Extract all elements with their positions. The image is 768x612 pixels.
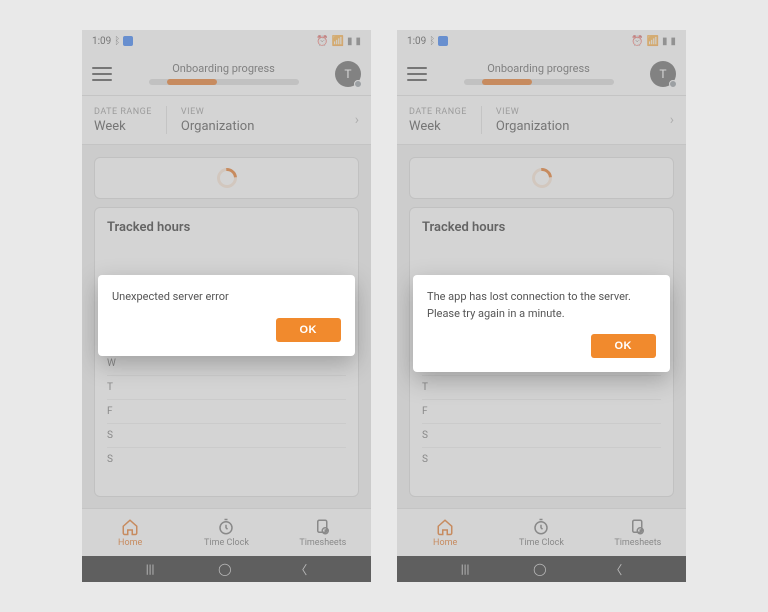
home-pill-icon[interactable]: ◯ xyxy=(533,562,546,576)
dialog-message: The app has lost connection to the serve… xyxy=(427,289,656,322)
bluetooth-icon xyxy=(438,36,448,46)
chevron-right-icon: › xyxy=(670,112,674,128)
nav-home[interactable]: Home xyxy=(82,509,178,556)
avatar[interactable]: T xyxy=(335,61,361,87)
view-label: VIEW xyxy=(181,107,254,117)
nav-timesheets[interactable]: Timesheets xyxy=(275,509,371,556)
ok-button[interactable]: OK xyxy=(591,334,657,358)
bottom-nav: Home Time Clock Timesheets xyxy=(397,508,686,556)
date-range-label: DATE RANGE xyxy=(409,107,467,117)
status-bar: 1:09 ᛒ ⏰ 📶 ▮ ▮ xyxy=(82,30,371,52)
nfc-icon: ᛒ xyxy=(114,36,120,47)
loading-spinner-icon xyxy=(212,164,240,192)
phone-right: 1:09 ᛒ ⏰ 📶 ▮ ▮ Onboarding progress T xyxy=(397,30,686,582)
error-dialog: Unexpected server error OK xyxy=(98,275,355,356)
phone-left: 1:09 ᛒ ⏰ 📶 ▮ ▮ Onboarding progress T xyxy=(82,30,371,582)
presence-dot xyxy=(354,80,362,88)
tracked-day-row: S xyxy=(422,447,661,471)
wifi-icon: 📶 xyxy=(647,36,659,47)
tracked-hours-title: Tracked hours xyxy=(422,220,661,235)
nav-time-clock[interactable]: Time Clock xyxy=(493,509,589,556)
nfc-icon: ᛒ xyxy=(429,36,435,47)
date-range-value: Week xyxy=(94,119,152,134)
onboarding-label: Onboarding progress xyxy=(172,62,275,75)
menu-icon[interactable] xyxy=(92,67,112,81)
date-range-value: Week xyxy=(409,119,467,134)
app-bar: Onboarding progress T xyxy=(82,52,371,96)
dialog-message: Unexpected server error xyxy=(112,289,341,306)
avatar-initial: T xyxy=(344,67,351,81)
onboarding-label: Onboarding progress xyxy=(487,62,590,75)
onboarding-progress-bar[interactable] xyxy=(149,79,299,85)
android-nav-bar: ||| ◯ 〈 xyxy=(397,556,686,582)
tracked-day-row: F xyxy=(422,399,661,423)
stopwatch-icon xyxy=(532,518,550,536)
chevron-right-icon: › xyxy=(355,112,359,128)
back-icon[interactable]: 〈 xyxy=(610,561,622,578)
avatar[interactable]: T xyxy=(650,61,676,87)
battery-icon: ▮ xyxy=(355,36,361,47)
filters-row[interactable]: DATE RANGE Week VIEW Organization › xyxy=(397,96,686,145)
wifi-icon: 📶 xyxy=(332,36,344,47)
timesheet-icon xyxy=(629,518,647,536)
presence-dot xyxy=(669,80,677,88)
signal-icon: ▮ xyxy=(347,36,353,47)
tracked-day-row: F xyxy=(107,399,346,423)
view-value: Organization xyxy=(181,119,254,134)
android-nav-bar: ||| ◯ 〈 xyxy=(82,556,371,582)
recents-icon[interactable]: ||| xyxy=(461,562,470,576)
nav-timesheets[interactable]: Timesheets xyxy=(590,509,686,556)
view-value: Organization xyxy=(496,119,569,134)
tracked-day-row: S xyxy=(422,423,661,447)
error-dialog: The app has lost connection to the serve… xyxy=(413,275,670,372)
status-time: 1:09 xyxy=(407,36,426,47)
view-label: VIEW xyxy=(496,107,569,117)
divider xyxy=(166,106,167,134)
filters-row[interactable]: DATE RANGE Week VIEW Organization › xyxy=(82,96,371,145)
date-range-label: DATE RANGE xyxy=(94,107,152,117)
loading-card xyxy=(409,157,674,199)
ok-button[interactable]: OK xyxy=(276,318,342,342)
tracked-day-row: S xyxy=(107,447,346,471)
status-bar: 1:09 ᛒ ⏰ 📶 ▮ ▮ xyxy=(397,30,686,52)
tracked-hours-title: Tracked hours xyxy=(107,220,346,235)
tracked-day-row: T xyxy=(107,375,346,399)
timesheet-icon xyxy=(314,518,332,536)
back-icon[interactable]: 〈 xyxy=(295,561,307,578)
loading-spinner-icon xyxy=(527,164,555,192)
alarm-icon: ⏰ xyxy=(316,36,328,47)
bluetooth-icon xyxy=(123,36,133,46)
divider xyxy=(481,106,482,134)
loading-card xyxy=(94,157,359,199)
stopwatch-icon xyxy=(217,518,235,536)
app-bar: Onboarding progress T xyxy=(397,52,686,96)
home-icon xyxy=(121,518,139,536)
bottom-nav: Home Time Clock Timesheets xyxy=(82,508,371,556)
nav-time-clock[interactable]: Time Clock xyxy=(178,509,274,556)
home-icon xyxy=(436,518,454,536)
battery-icon: ▮ xyxy=(670,36,676,47)
onboarding-progress-bar[interactable] xyxy=(464,79,614,85)
recents-icon[interactable]: ||| xyxy=(146,562,155,576)
menu-icon[interactable] xyxy=(407,67,427,81)
alarm-icon: ⏰ xyxy=(631,36,643,47)
avatar-initial: T xyxy=(659,67,666,81)
tracked-day-row: S xyxy=(107,423,346,447)
tracked-day-row: T xyxy=(422,375,661,399)
status-time: 1:09 xyxy=(92,36,111,47)
signal-icon: ▮ xyxy=(662,36,668,47)
nav-home[interactable]: Home xyxy=(397,509,493,556)
home-pill-icon[interactable]: ◯ xyxy=(218,562,231,576)
